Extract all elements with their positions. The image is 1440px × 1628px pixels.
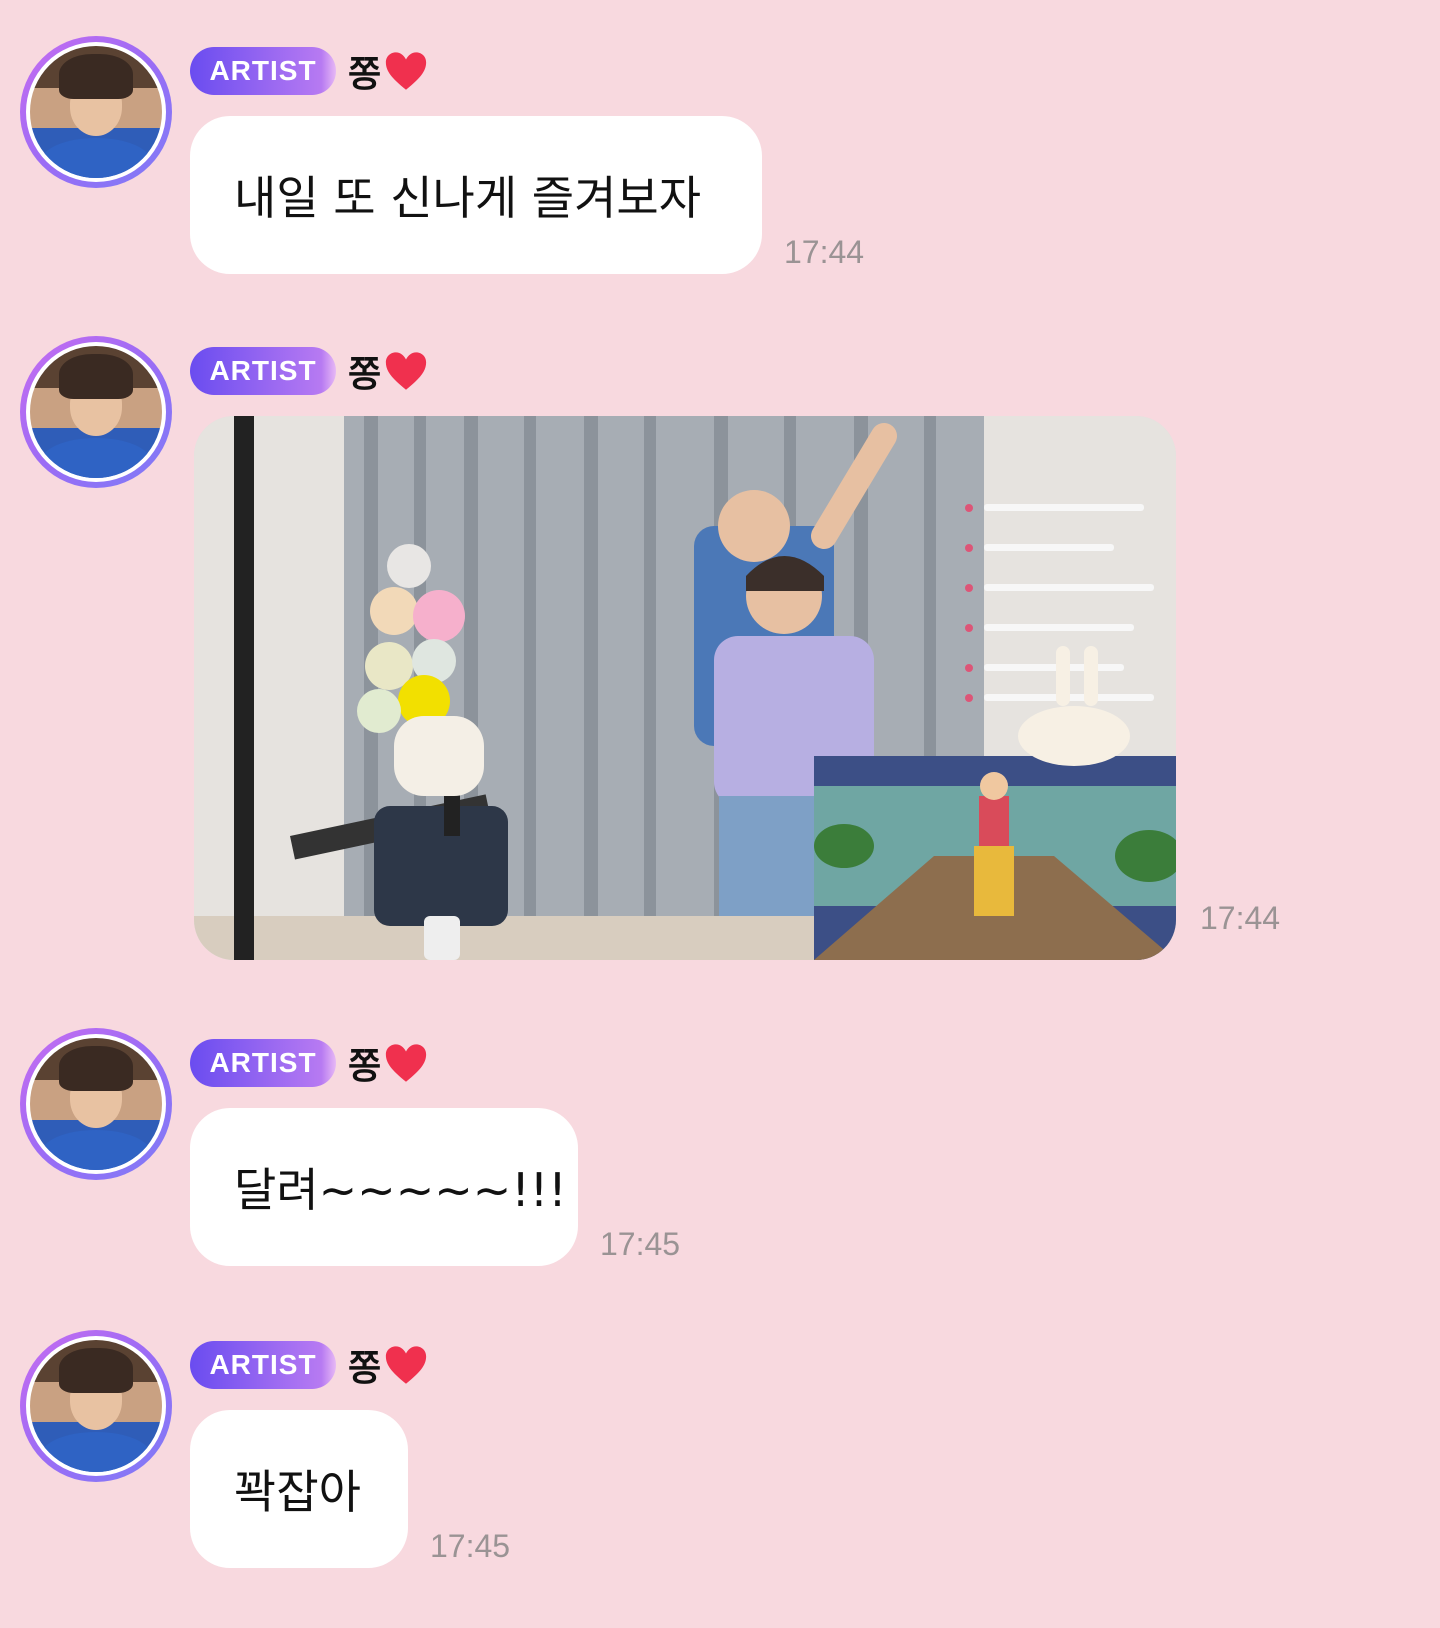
artist-badge: ARTIST: [190, 47, 336, 95]
avatar-photo: [30, 1340, 162, 1472]
message-bubble[interactable]: 달려~~~~~!!!: [190, 1108, 578, 1266]
message-time: 17:45: [600, 1226, 681, 1262]
sender-name: 쫑: [348, 1348, 382, 1389]
photo-image: [194, 416, 1176, 960]
message-time: 17:44: [784, 234, 865, 270]
message-header: ARTIST 쫑: [190, 346, 429, 396]
artist-avatar[interactable]: [20, 1330, 172, 1482]
message-bubble[interactable]: 내일 또 신나게 즐겨보자: [190, 116, 762, 274]
message-time: 17:45: [430, 1528, 511, 1564]
heart-icon: [386, 1044, 427, 1082]
artist-badge: ARTIST: [190, 1341, 336, 1389]
message-header: ARTIST 쫑: [190, 46, 429, 96]
chat-message: ARTIST 쫑 내일 또 신나게 즐겨보자 17:44: [0, 36, 1440, 276]
sender-name: 쫑: [348, 1046, 382, 1087]
avatar-photo: [30, 46, 162, 178]
artist-badge: ARTIST: [190, 1039, 336, 1087]
heart-icon: [386, 352, 427, 390]
chat-message: ARTIST 쫑 17:44: [0, 336, 1440, 976]
artist-badge: ARTIST: [190, 347, 336, 395]
avatar-photo: [30, 1038, 162, 1170]
avatar-photo: [30, 346, 162, 478]
chat-message: ARTIST 쫑 꽉잡아 17:45: [0, 1330, 1440, 1570]
artist-avatar[interactable]: [20, 336, 172, 488]
sender-name: 쫑: [348, 54, 382, 95]
heart-icon: [386, 52, 427, 90]
artist-avatar[interactable]: [20, 1028, 172, 1180]
sender-name: 쫑: [348, 354, 382, 395]
artist-avatar[interactable]: [20, 36, 172, 188]
message-time: 17:44: [1200, 900, 1281, 936]
chat-message: ARTIST 쫑 달려~~~~~!!! 17:45: [0, 1028, 1440, 1268]
message-header: ARTIST 쫑: [190, 1038, 429, 1088]
photo-message[interactable]: [194, 416, 1176, 960]
message-bubble[interactable]: 꽉잡아: [190, 1410, 408, 1568]
message-header: ARTIST 쫑: [190, 1340, 429, 1390]
heart-icon: [386, 1346, 427, 1384]
